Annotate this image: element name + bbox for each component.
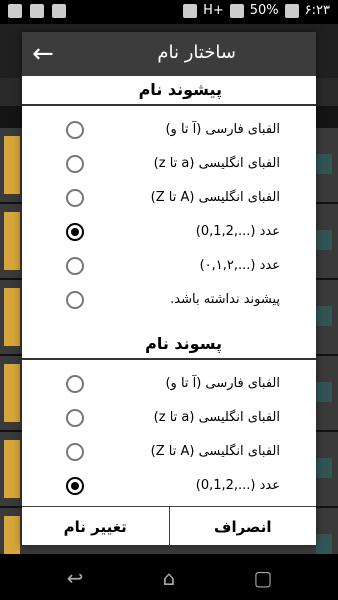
key-icon [52, 4, 66, 18]
divider [22, 358, 316, 360]
clock: ۶:۲۳ [304, 3, 330, 18]
navigation-bar: ↩ ⌂ ▢ [0, 554, 338, 600]
radio-button[interactable] [66, 443, 84, 461]
suffix-option-latin-number[interactable]: عدد (...,0,1,2) [22, 470, 316, 504]
battery-percent: 50% [249, 3, 279, 18]
rename-structure-dialog: ← ساختار نام پیشوند نام الفبای فارسی (آ … [22, 32, 316, 546]
divider [22, 104, 316, 106]
prefix-option-latin-number[interactable]: عدد (...,0,1,2) [22, 216, 316, 250]
radio-button[interactable] [66, 291, 84, 309]
prefix-option-english-upper[interactable]: الفبای انگلیسی (A تا Z) [22, 182, 316, 216]
network-type: H+ [203, 3, 224, 18]
prefix-option-persian-number[interactable]: عدد (...,۰,۱,۲) [22, 250, 316, 284]
dialog-title: ساختار نام [157, 42, 236, 63]
suffix-option-english-upper[interactable]: الفبای انگلیسی (A تا Z) [22, 436, 316, 470]
gallery-icon [8, 4, 22, 18]
back-nav-icon[interactable]: ↩ [64, 566, 86, 590]
dialog-footer: تغییر نام انصراف [22, 506, 316, 546]
suffix-option-persian-alpha[interactable]: الفبای فارسی (آ تا و) [22, 368, 316, 402]
status-bar: H+ 50% ۶:۲۳ [0, 0, 338, 24]
radio-button[interactable] [66, 257, 84, 275]
home-nav-icon[interactable]: ⌂ [158, 566, 180, 590]
radio-button[interactable] [66, 409, 84, 427]
recents-nav-icon[interactable]: ▢ [252, 566, 274, 590]
radio-button-checked[interactable] [66, 477, 84, 495]
suffix-section-title: پسوند نام [145, 334, 222, 353]
back-arrow-icon[interactable]: ← [32, 40, 62, 68]
prefix-option-persian-alpha[interactable]: الفبای فارسی (آ تا و) [22, 114, 316, 148]
prefix-option-none[interactable]: پیشوند نداشته باشد. [22, 284, 316, 318]
dialog-content: پیشوند نام الفبای فارسی (آ تا و) الفبای … [22, 76, 316, 506]
suffix-option-english-lower[interactable]: الفبای انگلیسی (a تا z) [22, 402, 316, 436]
rename-button[interactable]: تغییر نام [22, 507, 170, 546]
cancel-button[interactable]: انصراف [170, 507, 317, 546]
radio-button-checked[interactable] [66, 223, 84, 241]
radio-button[interactable] [66, 189, 84, 207]
dialog-header: ← ساختار نام [22, 32, 316, 76]
battery-icon [284, 3, 299, 18]
prefix-option-english-lower[interactable]: الفبای انگلیسی (a تا z) [22, 148, 316, 182]
radio-button[interactable] [66, 155, 84, 173]
phone-icon [183, 3, 198, 18]
prefix-section-title: پیشوند نام [138, 80, 222, 99]
cell-signal-icon [229, 3, 244, 18]
radio-button[interactable] [66, 375, 84, 393]
radio-button[interactable] [66, 121, 84, 139]
signal-icon [30, 4, 44, 18]
